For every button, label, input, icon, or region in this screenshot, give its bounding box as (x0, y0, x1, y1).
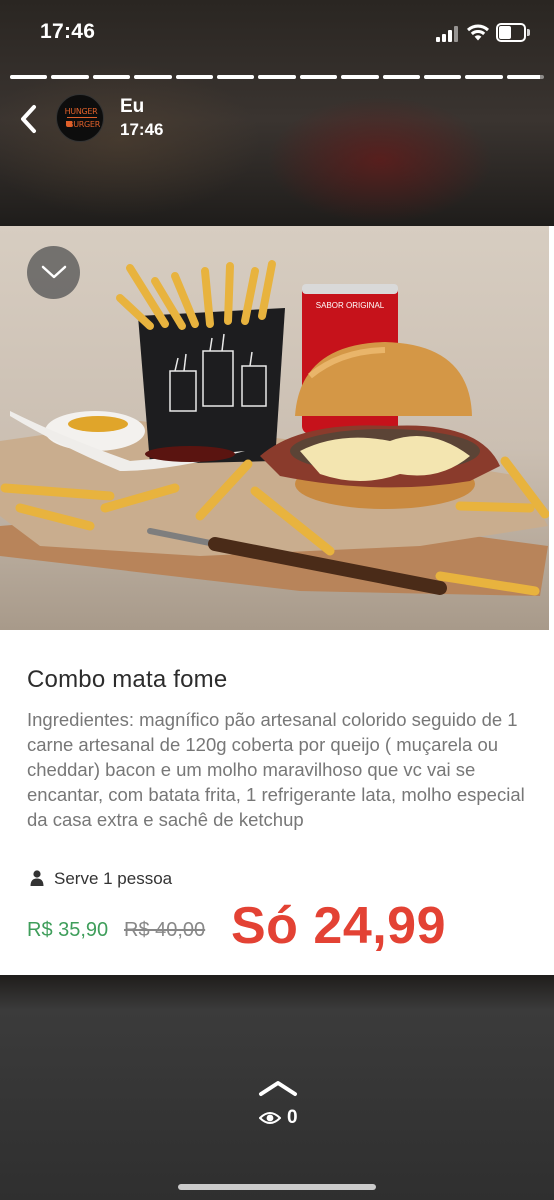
story-progress-segment (506, 75, 545, 79)
avatar-logo-top: HUNGER (64, 107, 98, 116)
story-progress-segment (423, 75, 462, 79)
story-progress-segment (134, 75, 172, 79)
burger-combo-illustration: SABOR ORIGINAL (0, 260, 550, 596)
story-progress-segment (216, 75, 255, 79)
story-progress-segment (51, 75, 89, 79)
poster-name[interactable]: Eu (120, 96, 144, 118)
collapse-button[interactable] (27, 246, 80, 299)
serves-text: Serve 1 pessoa (54, 869, 173, 888)
story-progress-segment (465, 75, 503, 79)
story-progress-segment (382, 75, 420, 79)
story-progress-bar (10, 75, 545, 79)
story-progress-segment (10, 75, 48, 79)
avatar-logo-bottom: BURGER (68, 120, 100, 129)
story-progress-segment (258, 75, 296, 79)
chevron-down-icon (41, 265, 67, 279)
back-arrow-icon[interactable] (16, 104, 42, 134)
status-time: 17:46 (40, 20, 96, 43)
story-header: HUNGER BURGER Eu 17:46 (0, 92, 554, 152)
post-time: 17:46 (120, 120, 164, 139)
product-card[interactable]: Combo mata fome Ingredientes: magnífico … (0, 630, 554, 975)
home-indicator[interactable] (178, 1184, 376, 1190)
wifi-icon (467, 24, 489, 41)
product-photo: SABOR ORIGINAL (0, 226, 554, 630)
story-progress-segment (299, 75, 338, 79)
product-title: Combo mata fome (27, 666, 228, 693)
person-icon (30, 870, 44, 886)
avatar[interactable]: HUNGER BURGER (56, 94, 104, 142)
view-count: 0 (287, 1107, 298, 1128)
story-progress-segment (175, 75, 213, 79)
status-bar: 17:46 (0, 0, 554, 64)
old-price: R$ 40,00 (124, 919, 206, 941)
signal-icon (436, 26, 458, 42)
can-label: SABOR ORIGINAL (316, 301, 385, 310)
current-price: R$ 35,90 (27, 919, 109, 941)
story-progress-segment (92, 75, 131, 79)
chevron-up-icon[interactable] (258, 1078, 298, 1098)
promo-price: Só 24,99 (231, 897, 447, 955)
eye-icon (259, 1112, 281, 1124)
battery-icon (496, 23, 530, 42)
story-progress-segment (341, 75, 379, 79)
product-description: Ingredientes: magnífico pão artesanal co… (27, 709, 525, 830)
